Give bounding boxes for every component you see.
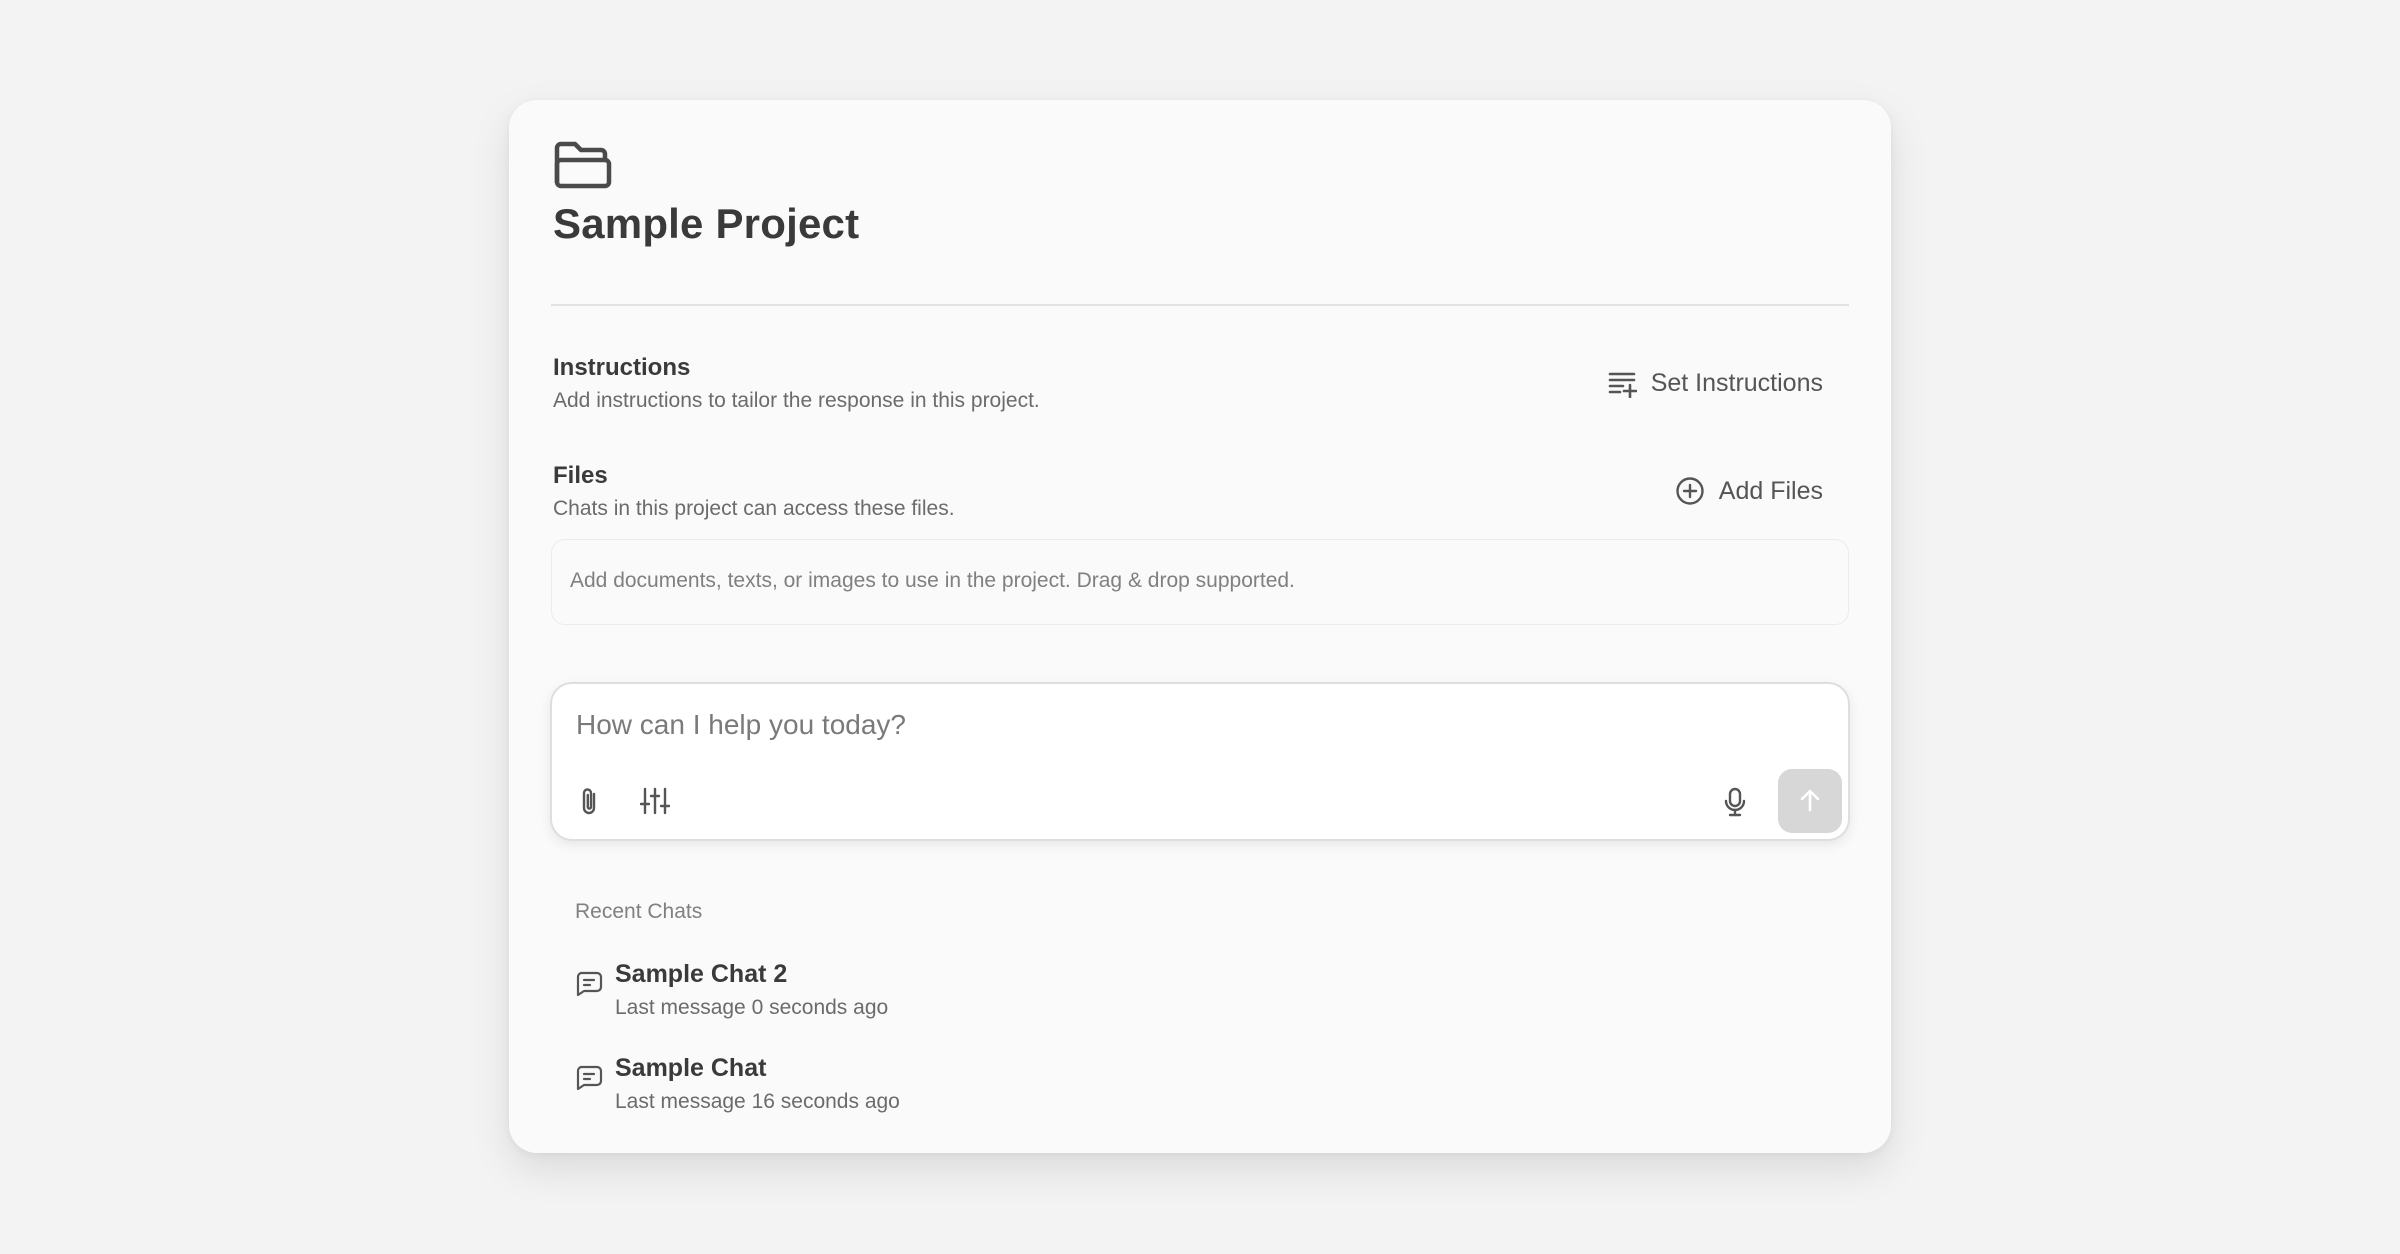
chat-last-message: Last message 0 seconds ago <box>615 996 889 1019</box>
message-input[interactable] <box>576 702 1676 748</box>
dropzone-text: Add documents, texts, or images to use i… <box>570 569 1295 592</box>
add-files-button[interactable]: Add Files <box>1675 469 1823 513</box>
instructions-title: Instructions <box>553 354 691 381</box>
plus-circle-icon <box>1676 477 1704 505</box>
add-files-label: Add Files <box>1718 476 1823 505</box>
chat-composer <box>550 682 1850 841</box>
files-title: Files <box>553 462 608 489</box>
sliders-icon[interactable] <box>640 786 670 816</box>
recent-chats-title: Recent Chats <box>575 900 703 923</box>
paperclip-icon[interactable] <box>578 786 602 816</box>
playlist-add-icon <box>1608 372 1637 398</box>
chat-item[interactable]: Sample Chat Last message 16 seconds ago <box>575 1054 1175 1134</box>
set-instructions-label: Set Instructions <box>1650 368 1823 397</box>
chat-bubble-icon <box>576 1065 603 1091</box>
folder-open-icon <box>554 141 612 189</box>
chat-title: Sample Chat 2 <box>615 960 788 988</box>
header-divider <box>551 304 1849 306</box>
project-card: Sample Project Instructions Add instruct… <box>509 100 1891 1153</box>
files-description: Chats in this project can access these f… <box>553 497 955 520</box>
instructions-description: Add instructions to tailor the response … <box>553 389 1040 412</box>
chat-title: Sample Chat <box>615 1054 767 1082</box>
arrow-up-icon <box>1800 789 1820 812</box>
page-title: Sample Project <box>553 200 860 247</box>
files-dropzone[interactable]: Add documents, texts, or images to use i… <box>551 539 1849 625</box>
send-button[interactable] <box>1778 769 1842 833</box>
set-instructions-button[interactable]: Set Instructions <box>1607 361 1823 405</box>
chat-bubble-icon <box>576 971 603 997</box>
chat-last-message: Last message 16 seconds ago <box>615 1090 900 1113</box>
microphone-icon[interactable] <box>1723 787 1747 817</box>
chat-item[interactable]: Sample Chat 2 Last message 0 seconds ago <box>575 960 1175 1040</box>
